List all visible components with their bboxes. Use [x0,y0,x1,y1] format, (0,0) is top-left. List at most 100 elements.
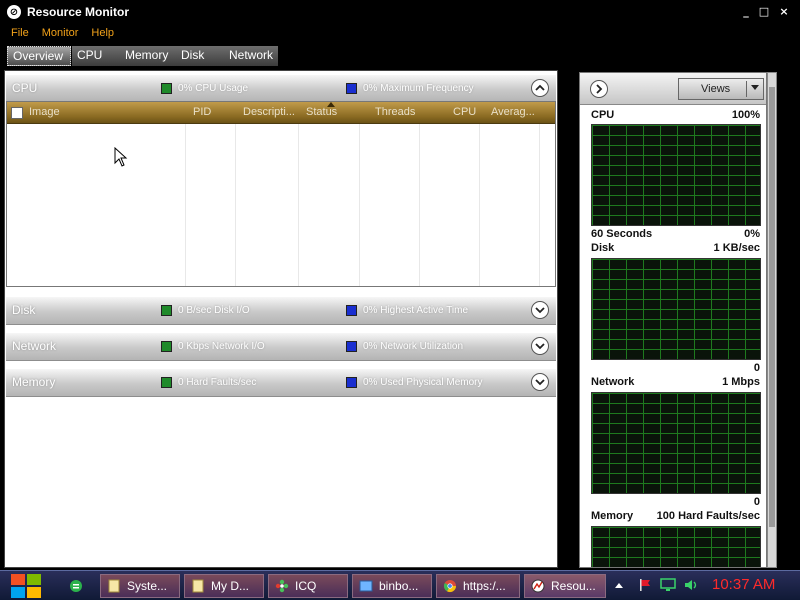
taskbar-label: ICQ [295,579,317,593]
taskbar-label: My D... [211,579,249,593]
chevron-right-icon [596,84,603,94]
legend-green-swatch [161,341,172,352]
network-section-header[interactable]: Network 0 Kbps Network I/O 0% Network Ut… [6,333,556,361]
graph-disk-title: Disk [591,242,615,254]
app-green-icon [70,580,82,592]
tab-memory[interactable]: Memory [120,46,176,66]
taskbar-system-folder[interactable]: Syste... [100,574,180,598]
graph-network-min: 0 [753,496,760,508]
column-divider [298,124,299,286]
section-title-disk: Disk [12,303,36,317]
column-divider [359,124,360,286]
flag-icon[interactable] [638,578,652,592]
legend-green-swatch [161,305,172,316]
graph-cpu-title: CPU [591,109,615,121]
chevron-down-icon [535,307,545,314]
taskbar: Syste... My D... ICQ binbo... https:/...… [0,570,800,600]
cpu-section-header[interactable]: CPU 0% CPU Usage 0% Maximum Frequency [6,75,556,103]
graph-time-span: 60 Seconds [591,228,653,240]
taskbar-binbo[interactable]: binbo... [352,574,432,598]
tab-overview[interactable]: Overview [7,46,71,66]
network-monitor-icon[interactable] [660,578,676,592]
taskbar-resource-monitor[interactable]: Resou... [524,574,606,598]
window-title: Resource Monitor [27,5,130,19]
expand-disk-button[interactable] [531,301,549,319]
column-cpu[interactable]: CPU [453,106,481,118]
menu-bar: File Monitor Help [0,24,800,42]
table-column-header: Image PID Descripti... Status Threads CP… [7,102,555,124]
icq-flower-icon [275,579,289,593]
taskbar-my-documents[interactable]: My D... [184,574,264,598]
sort-ascending-icon [327,102,335,107]
tray-expand-icon[interactable] [614,581,624,589]
scrollbar-thumb[interactable] [769,87,775,527]
legend-blue-swatch [346,305,357,316]
cpu-graph [591,124,761,226]
column-divider [479,124,480,286]
memory-section-header[interactable]: Memory 0 Hard Faults/sec 0% Used Physica… [6,369,556,397]
graph-cpu-max: 100% [731,109,760,121]
legend-green-swatch [161,83,172,94]
close-button[interactable]: × [776,4,792,18]
windows-start-icon[interactable] [10,573,42,599]
network-io-legend: 0 Kbps Network I/O [178,341,265,352]
menu-help[interactable]: Help [91,27,114,39]
taskbar-clock[interactable]: 10:37 AM [712,576,775,593]
taskbar-chrome[interactable]: https:/... [436,574,520,598]
taskbar-label: binbo... [379,579,419,593]
taskbar-icq[interactable]: ICQ [268,574,348,598]
window-app-icon [359,580,373,592]
collapse-panel-button[interactable] [590,80,608,98]
network-utilization-legend: 0% Network Utilization [363,341,464,352]
column-pid[interactable]: PID [193,106,233,118]
chevron-down-icon [535,379,545,386]
legend-green-swatch [161,377,172,388]
maximize-button[interactable]: □ [756,4,772,18]
graph-network-max: 1 Mbps [722,376,760,388]
desktop-screen: ⊘ Resource Monitor _ □ × File Monitor He… [0,0,800,600]
taskbar-label: https:/... [463,579,506,593]
hard-faults-legend: 0 Hard Faults/sec [178,377,257,388]
legend-blue-swatch [346,341,357,352]
column-image[interactable]: Image [29,106,179,118]
taskbar-app-green[interactable] [58,574,94,598]
disk-section-header[interactable]: Disk 0 B/sec Disk I/O 0% Highest Active … [6,297,556,325]
graph-memory-max: 100 Hard Faults/sec [656,510,760,522]
graph-disk-max: 1 KB/sec [713,242,760,254]
expand-memory-button[interactable] [531,373,549,391]
taskbar-label: Syste... [127,579,168,593]
mouse-cursor-icon [114,147,128,167]
section-title-memory: Memory [12,375,56,389]
dropdown-arrow-icon [751,85,759,90]
column-description[interactable]: Descripti... [243,106,299,118]
column-divider [419,124,420,286]
menu-file[interactable]: File [11,27,29,39]
minimize-button[interactable]: _ [738,4,754,18]
menu-monitor[interactable]: Monitor [42,27,79,39]
tab-disk[interactable]: Disk [176,46,224,66]
tab-cpu[interactable]: CPU [72,46,120,66]
column-threads[interactable]: Threads [375,106,425,118]
column-status[interactable]: Status [306,106,362,118]
tab-network[interactable]: Network [224,46,278,66]
graph-panel-scrollbar[interactable] [767,72,777,568]
disk-active-time-legend: 0% Highest Active Time [363,305,469,316]
graph-cpu-min: 0% [744,228,760,240]
select-all-checkbox[interactable] [11,107,23,119]
folder-icon [192,579,204,593]
views-dropdown[interactable]: Views [678,78,764,100]
cpu-process-table: Image PID Descripti... Status Threads CP… [6,101,556,287]
cpu-usage-legend: 0% CPU Usage [178,83,249,94]
expand-network-button[interactable] [531,337,549,355]
title-bar[interactable]: ⊘ Resource Monitor _ □ × [0,0,800,24]
speaker-icon[interactable] [684,578,700,592]
graph-panel: Views CPU 100% 60 Seconds 0% Disk 1 KB/s… [579,72,767,568]
legend-blue-swatch [346,83,357,94]
column-divider [539,124,540,286]
disk-graph [591,258,761,360]
column-average[interactable]: Averag... [491,106,541,118]
collapse-cpu-button[interactable] [531,79,549,97]
dropdown-divider [746,81,747,97]
resource-monitor-icon [531,579,545,593]
column-divider [235,124,236,286]
